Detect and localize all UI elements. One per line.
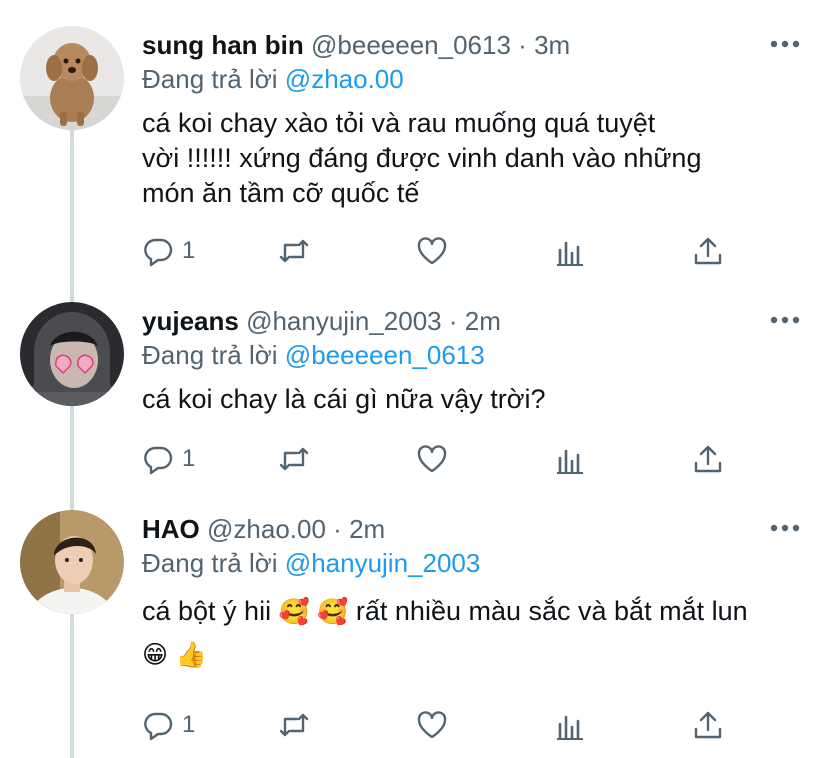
tweet-text-line: món ăn tầm cỡ quốc tế [142, 178, 420, 208]
retweet-icon [279, 239, 309, 263]
mention-link[interactable]: @zhao.00 [285, 64, 404, 94]
tweet-text-segment: rất nhiều màu sắc và bắt mắt lun [355, 596, 748, 626]
tweet-header: sung han bin @beeeeen_0613 · 3m [142, 28, 570, 62]
display-name[interactable]: HAO [142, 514, 200, 544]
tweet-text-segment: cá bột ý hii [142, 596, 272, 626]
timestamp[interactable]: 2m [465, 306, 501, 336]
reply-count: 1 [182, 711, 196, 738]
analytics-icon [557, 449, 583, 474]
replying-to: Đang trả lời @hanyujin_2003 [142, 546, 480, 580]
more-options-icon[interactable] [770, 38, 800, 50]
mention-link[interactable]: @hanyujin_2003 [285, 548, 481, 578]
share-icon [694, 237, 722, 265]
tweet-text-line: cá koi chay là cái gì nữa vậy trời? [142, 384, 546, 414]
tweet-text-line: vời !!!!!! xứng đáng được vinh danh vào … [142, 143, 702, 173]
thread-connector-line [70, 128, 74, 758]
heart-icon [417, 711, 447, 739]
separator-dot: · [333, 514, 342, 544]
retweet-button[interactable] [278, 708, 310, 742]
handle[interactable]: @hanyujin_2003 [246, 306, 442, 336]
tweet-text-line: cá bột ý hii 🥰 🥰 rất nhiều màu sắc và bắ… [142, 590, 792, 633]
share-icon [694, 445, 722, 473]
analytics-icon [557, 241, 583, 266]
reply-count: 1 [182, 445, 196, 472]
tweet-text: cá bột ý hii 🥰 🥰 rất nhiều màu sắc và bắ… [142, 590, 792, 676]
timestamp[interactable]: 3m [534, 30, 570, 60]
analytics-icon [557, 715, 583, 740]
timestamp[interactable]: 2m [349, 514, 385, 544]
reply-button[interactable]: 1 [142, 442, 195, 476]
smiling-hearts-emoji: 🥰 [317, 597, 349, 626]
like-button[interactable] [416, 708, 448, 742]
share-button[interactable] [692, 234, 724, 268]
analytics-button[interactable] [554, 442, 586, 476]
dog-avatar[interactable] [20, 26, 124, 130]
tweet-text-line: 😁 👍 [142, 633, 792, 676]
grinning-emoji: 😁 [142, 640, 169, 669]
tweet-header: yujeans @hanyujin_2003 · 2m [142, 304, 501, 338]
tweet-actions: 1 [142, 234, 742, 268]
analytics-button[interactable] [554, 708, 586, 742]
retweet-button[interactable] [278, 234, 310, 268]
replying-to-label: Đang trả lời [142, 548, 278, 578]
display-name[interactable]: yujeans [142, 306, 239, 336]
tweet-actions: 1 [142, 708, 742, 742]
more-options-icon[interactable] [770, 314, 800, 326]
tweet-actions: 1 [142, 442, 742, 476]
separator-dot: · [518, 30, 527, 60]
reply-count: 1 [182, 237, 196, 264]
replying-to: Đang trả lời @zhao.00 [142, 62, 404, 96]
display-name[interactable]: sung han bin [142, 30, 304, 60]
replying-to-label: Đang trả lời [142, 340, 278, 370]
retweet-icon [279, 713, 309, 737]
thumbs-up-emoji: 👍 [175, 640, 207, 669]
tweet-header: HAO @zhao.00 · 2m [142, 512, 385, 546]
mention-link[interactable]: @beeeeen_0613 [285, 340, 485, 370]
analytics-button[interactable] [554, 234, 586, 268]
share-button[interactable] [692, 708, 724, 742]
heart-icon [417, 445, 447, 473]
replying-to-label: Đang trả lời [142, 64, 278, 94]
smiling-hearts-emoji: 🥰 [278, 597, 310, 626]
reply-icon [144, 712, 173, 741]
person-avatar[interactable] [20, 510, 124, 614]
more-options-icon[interactable] [770, 522, 800, 534]
handle[interactable]: @beeeeen_0613 [311, 30, 511, 60]
reply-icon [144, 446, 173, 475]
retweet-icon [279, 447, 309, 471]
share-button[interactable] [692, 442, 724, 476]
replying-to: Đang trả lời @beeeeen_0613 [142, 338, 485, 372]
reply-icon [144, 238, 173, 267]
reply-button[interactable]: 1 [142, 708, 195, 742]
tweet-text-line: cá koi chay xào tỏi và rau muống quá tuy… [142, 108, 656, 138]
tweet-text: cá koi chay là cái gì nữa vậy trời? [142, 382, 792, 417]
separator-dot: · [448, 306, 458, 336]
like-button[interactable] [416, 234, 448, 268]
hoodie-heart-glasses-avatar[interactable] [20, 302, 124, 406]
reply-button[interactable]: 1 [142, 234, 195, 268]
handle[interactable]: @zhao.00 [207, 514, 326, 544]
retweet-button[interactable] [278, 442, 310, 476]
tweet-text: cá koi chay xào tỏi và rau muống quá tuy… [142, 106, 792, 211]
share-icon [694, 711, 722, 739]
heart-icon [417, 237, 447, 265]
like-button[interactable] [416, 442, 448, 476]
